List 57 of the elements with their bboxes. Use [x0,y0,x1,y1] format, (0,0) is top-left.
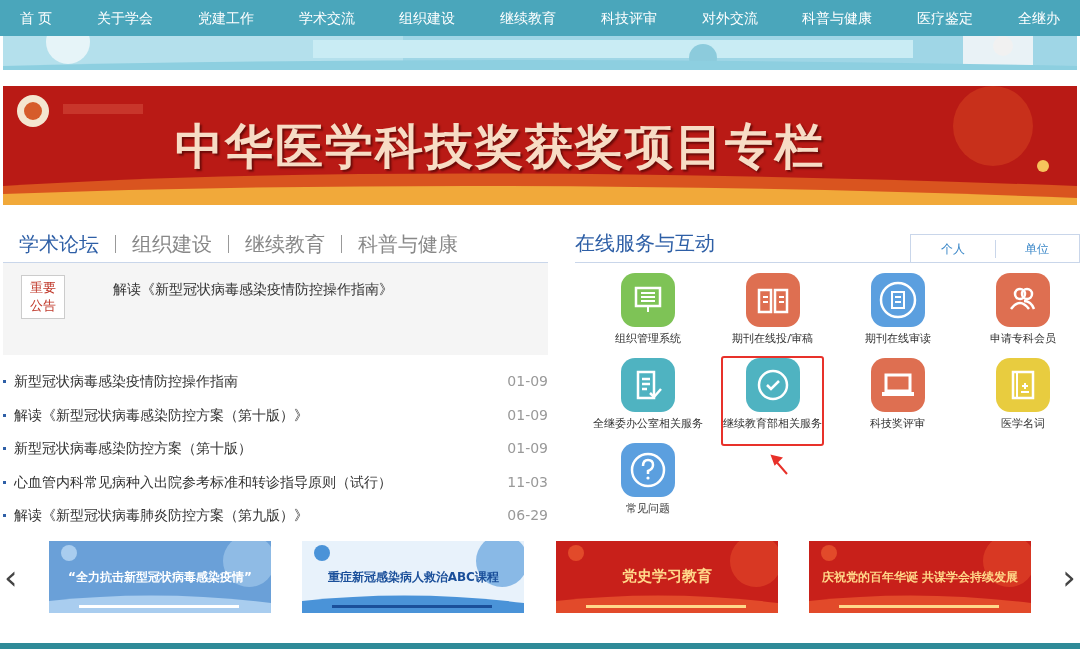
nav-link[interactable]: 党建工作 [197,7,254,29]
carousel-banner[interactable]: “全力抗击新型冠状病毒感染疫情” [48,540,271,613]
service-link[interactable]: 常见问题 [618,441,677,519]
nav-link[interactable]: 组织建设 [399,7,456,29]
banner-text: 庆祝党的百年华诞 共谋学会持续发展 [821,568,1019,586]
nav-link[interactable]: 关于学会 [97,7,154,29]
service-link[interactable]: 申请专科会员 [987,271,1058,349]
arrow-icon [770,454,790,476]
news-date: 11-03 [507,472,548,492]
section-tab[interactable]: 继续教育 [245,228,325,259]
service-link[interactable]: 组织管理系统 [612,271,683,349]
service-tab[interactable]: 个人 [911,239,995,258]
bullet-icon [3,514,6,518]
previous-button[interactable]: ‹ [4,559,18,594]
carousel-banner[interactable]: 庆祝党的百年华诞 共谋学会持续发展 [809,540,1031,613]
section-tab[interactable]: 组织建设 [132,228,212,259]
news-link[interactable]: 新型冠状病毒感染防控方案（第十版） [14,438,508,460]
notice-link[interactable]: 解读《新型冠状病毒感染疫情防控操作指南》 [113,279,393,300]
notice-badge: 重要公告 [21,275,65,319]
nav-link[interactable]: 学术交流 [298,7,355,29]
news-link[interactable]: 心血管内科常见病种入出院参考标准和转诊指导原则（试行） [14,471,508,493]
service-link[interactable]: 全继委办公室相关服务 [590,356,705,434]
carousel-banner[interactable]: 党史学习教育 [555,540,778,613]
nav-link[interactable]: 对外交流 [701,7,758,29]
news-date: 06-29 [507,506,548,526]
news-link[interactable]: 解读《新型冠状病毒感染防控方案（第十版）》 [14,404,508,426]
service-link[interactable]: 继续教育部相关服务 [721,356,824,446]
nav-link[interactable]: 全继办 [1017,7,1060,29]
service-link[interactable]: 期刊在线审读 [862,271,933,349]
banner-text: 党史学习教育 [621,566,712,588]
news-date: 01-09 [507,405,548,425]
bullet-icon [3,447,6,451]
nav-link[interactable]: 科普与健康 [802,7,873,29]
banner-text: “全力抗击新型冠状病毒感染疫情” [68,568,252,586]
banner-text: 重症新冠感染病人救治ABC课程 [327,568,499,586]
nav-link[interactable]: 继续教育 [500,7,557,29]
nav-link[interactable]: 首 页 [20,7,53,29]
nav-link[interactable]: 医疗鉴定 [917,7,974,29]
bullet-icon [3,413,6,417]
nav-link[interactable]: 科技评审 [600,7,657,29]
service-link[interactable]: 医学名词 [993,356,1052,434]
section-tab[interactable]: 学术论坛 [19,228,99,259]
news-date: 01-09 [507,372,548,392]
service-link[interactable]: 科技奖评审 [868,356,927,434]
section-title: 在线服务与互动 [575,230,715,257]
news-link[interactable]: 新型冠状病毒感染疫情防控操作指南 [14,371,508,393]
news-link[interactable]: 解读《新型冠状病毒肺炎防控方案（第九版）》 [14,505,508,527]
next-button[interactable]: › [1062,559,1076,594]
service-link[interactable]: 期刊在线投/审稿 [730,271,815,349]
carousel-banner[interactable]: 重症新冠感染病人救治ABC课程 [302,540,525,613]
bullet-icon [3,380,6,384]
section-tab[interactable]: 科普与健康 [358,228,458,259]
banner-title: 中华医学科技奖获奖项目专栏 [175,116,825,176]
news-date: 01-09 [507,439,548,459]
feature-banner[interactable]: 中华医学科技奖获奖项目专栏 [3,86,1077,205]
service-tab[interactable]: 单位 [994,239,1079,258]
bullet-icon [3,480,6,484]
